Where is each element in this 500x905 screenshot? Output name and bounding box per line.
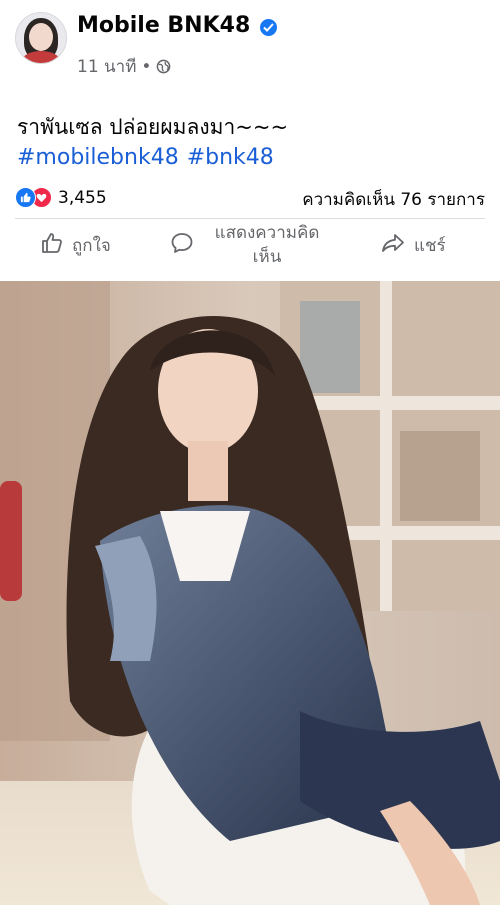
avatar-body xyxy=(22,51,60,63)
like-reaction-icon xyxy=(15,187,36,208)
post-caption: ราพันเซล ปล่อยผมลงมา~~~ xyxy=(17,115,289,139)
avatar[interactable] xyxy=(15,12,67,64)
action-bar: ถูกใจ แสดงความคิดเห็น แชร์ xyxy=(0,219,500,271)
thumbs-up-icon xyxy=(40,231,64,260)
hashtags: #mobilebnk48 #bnk48 xyxy=(17,143,282,172)
avatar-face xyxy=(29,23,53,51)
reaction-summary[interactable]: 3,455 xyxy=(15,187,107,208)
globe-icon xyxy=(156,59,171,74)
share-arrow-icon xyxy=(380,231,406,260)
page-name[interactable]: Mobile BNK48 xyxy=(77,13,250,38)
post-time[interactable]: 11 นาที xyxy=(77,53,136,80)
share-button[interactable]: แชร์ xyxy=(380,219,446,271)
post-header: Mobile BNK48 11 นาที • xyxy=(0,0,500,90)
meta-dot: • xyxy=(141,56,152,77)
reaction-count: 3,455 xyxy=(58,187,107,208)
comment-bubble-icon xyxy=(170,231,194,260)
comments-count[interactable]: ความคิดเห็น 76 รายการ xyxy=(302,186,485,213)
like-button[interactable]: ถูกใจ xyxy=(40,219,111,271)
post-photo[interactable] xyxy=(0,281,500,905)
hashtag-link[interactable]: #bnk48 xyxy=(187,145,274,170)
share-label: แชร์ xyxy=(414,235,446,256)
reaction-stats: 3,455 ความคิดเห็น 76 รายการ xyxy=(15,186,485,210)
hashtag-link[interactable]: #mobilebnk48 xyxy=(17,145,179,170)
verified-badge-icon xyxy=(260,19,277,36)
comment-label: แสดงความคิดเห็น xyxy=(214,223,320,267)
photo-illustration xyxy=(0,281,500,905)
post-meta: 11 นาที • xyxy=(77,53,171,80)
like-label: ถูกใจ xyxy=(72,235,111,256)
comment-button[interactable]: แสดงความคิดเห็น xyxy=(170,219,332,271)
